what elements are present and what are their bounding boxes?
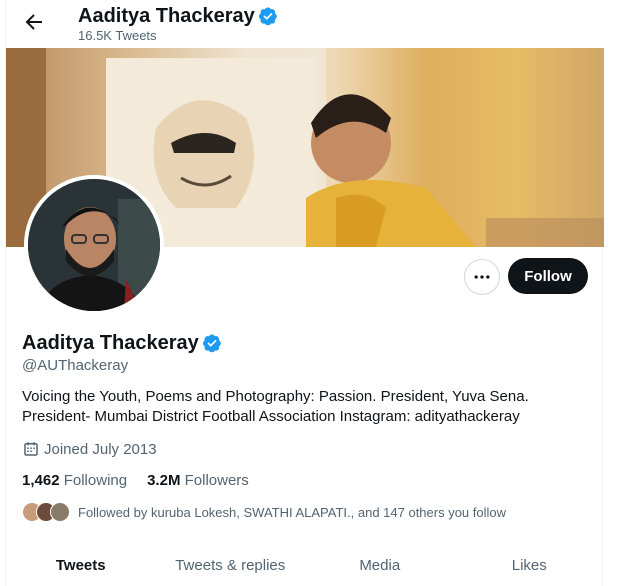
following-link[interactable]: 1,462 Following [22, 472, 127, 489]
tab-tweets[interactable]: Tweets [6, 544, 156, 586]
tweet-count: 16.5K Tweets [78, 28, 157, 43]
profile-handle: @AUThackeray [22, 357, 129, 374]
joined-text: Joined July 2013 [44, 440, 157, 458]
profile-bio: Voicing the Youth, Poems and Photography… [22, 388, 529, 425]
followers-you-know[interactable]: Followed by kuruba Lokesh, SWATHI ALAPAT… [22, 502, 506, 522]
followers-link[interactable]: 3.2M Followers [147, 472, 249, 489]
header-name-text: Aaditya Thackeray [78, 5, 255, 27]
verified-badge-icon [258, 7, 277, 26]
more-options-button[interactable] [464, 259, 500, 295]
followers-label: Followers [184, 472, 249, 489]
followers-count: 3.2M [147, 472, 181, 489]
header-name: Aaditya Thackeray [78, 4, 278, 28]
calendar-icon [24, 442, 38, 456]
more-horizontal-icon [474, 275, 490, 279]
joined-date: Joined July 2013 [22, 440, 157, 458]
profile-page: Aaditya Thackeray 16.5K Tweets Follow Aa… [5, 0, 604, 586]
follow-stats: 1,462 Following 3.2M Followers [22, 472, 249, 489]
followed-by-text: Followed by kuruba Lokesh, SWATHI ALAPAT… [78, 504, 507, 520]
profile-tabs: Tweets Tweets & replies Media Likes [6, 544, 604, 586]
tab-likes[interactable]: Likes [455, 544, 605, 586]
top-bar: Aaditya Thackeray 16.5K Tweets [6, 0, 604, 48]
mutual-avatars [22, 502, 70, 522]
tab-tweets-replies[interactable]: Tweets & replies [156, 544, 306, 586]
profile-avatar[interactable] [24, 175, 164, 315]
verified-badge-icon [202, 334, 221, 353]
tab-media[interactable]: Media [305, 544, 455, 586]
profile-name: Aaditya Thackeray [22, 331, 222, 355]
following-count: 1,462 [22, 472, 60, 489]
profile-name-text: Aaditya Thackeray [22, 332, 199, 354]
follow-button[interactable]: Follow [508, 258, 588, 294]
following-label: Following [63, 472, 128, 489]
back-arrow-icon[interactable] [22, 10, 46, 34]
mutual-avatar [50, 502, 70, 522]
